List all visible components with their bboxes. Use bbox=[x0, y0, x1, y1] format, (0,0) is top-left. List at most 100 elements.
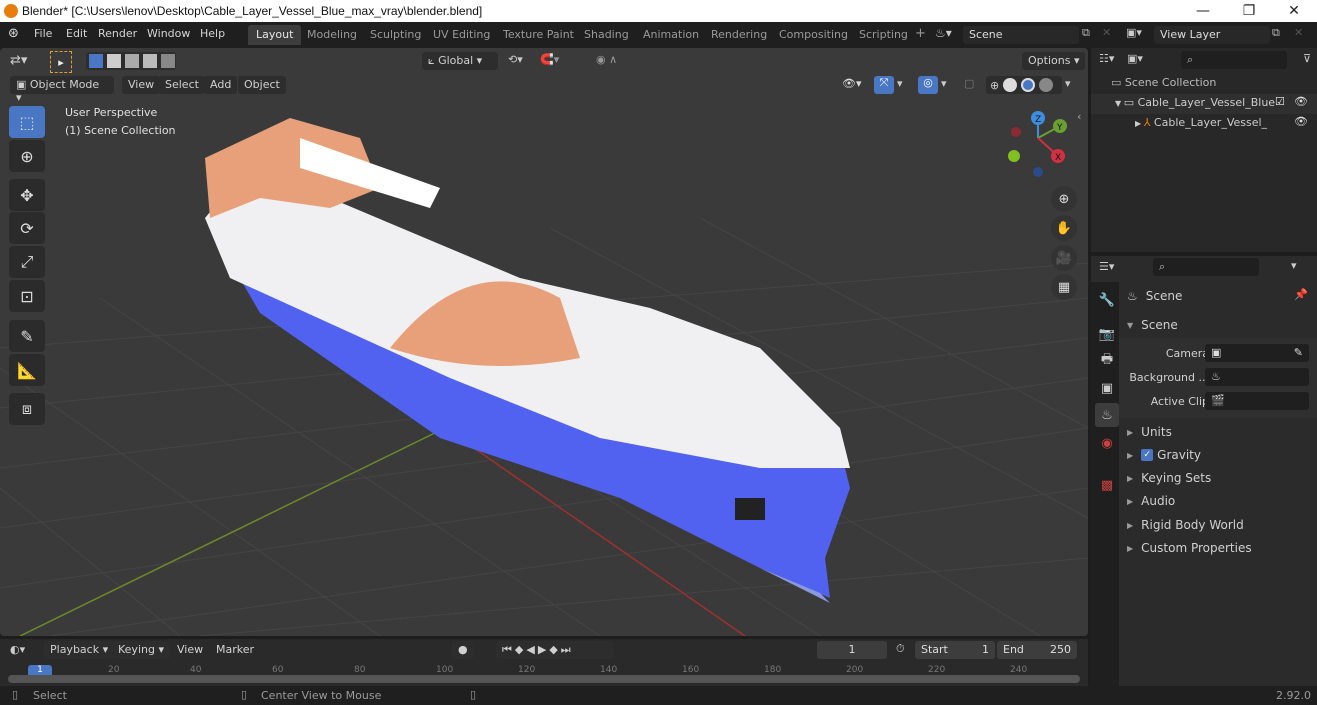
current-frame-field[interactable]: 1 bbox=[817, 641, 887, 659]
tab-view-layer-icon[interactable]: ▣ bbox=[1095, 376, 1119, 400]
next-keyframe-icon[interactable]: ◆ bbox=[549, 643, 560, 656]
tool-select-box[interactable]: ⬚ bbox=[9, 106, 45, 138]
background-field[interactable]: ♨ bbox=[1205, 368, 1309, 386]
expand-icon[interactable]: ▼ bbox=[1115, 99, 1124, 108]
active-clip-field[interactable]: 🎬 bbox=[1205, 392, 1309, 410]
outliner-editor-type-icon[interactable]: ☷▾ bbox=[1099, 52, 1114, 65]
tool-annotate[interactable]: ✎ bbox=[9, 320, 45, 352]
tab-modeling[interactable]: Modeling bbox=[299, 25, 365, 45]
select-new-icon[interactable] bbox=[89, 54, 103, 68]
scene-panel-header[interactable]: ▼ Scene bbox=[1127, 314, 1178, 336]
menu-window[interactable]: Window bbox=[147, 27, 190, 40]
tab-render-icon[interactable]: 📷 bbox=[1095, 322, 1119, 346]
tab-layout[interactable]: Layout bbox=[248, 25, 302, 45]
visibility-eye-icon[interactable]: 👁 bbox=[1294, 115, 1308, 128]
view-layer-icon[interactable]: ▣▾ bbox=[1126, 26, 1142, 39]
outliner-item-collection[interactable]: ▼ ▭ Cable_Layer_Vessel_Blue bbox=[1115, 96, 1275, 109]
overlay-dropdown-icon[interactable]: ▾ bbox=[941, 77, 947, 90]
properties-editor-type-icon[interactable]: ☰▾ bbox=[1099, 260, 1114, 273]
tool-measure[interactable]: 📐 bbox=[9, 354, 45, 386]
menu-file[interactable]: File bbox=[34, 27, 52, 40]
expand-icon[interactable]: ▶ bbox=[1135, 119, 1144, 128]
tab-world-icon[interactable]: ◉ bbox=[1095, 431, 1119, 455]
tab-shading[interactable]: Shading bbox=[576, 25, 637, 45]
tool-move[interactable]: ✥ bbox=[9, 179, 45, 211]
section-audio[interactable]: ▶ Audio bbox=[1127, 490, 1317, 512]
view-menu[interactable]: View bbox=[122, 76, 161, 94]
record-button[interactable]: ● bbox=[452, 641, 474, 659]
navigation-gizmo[interactable]: Z Y X bbox=[1000, 106, 1080, 186]
filter-icon[interactable]: ⊽ bbox=[1303, 52, 1311, 65]
outliner-item-object[interactable]: ▶ ⅄ Cable_Layer_Vessel_ bbox=[1135, 116, 1267, 129]
pan-view-icon[interactable]: ✋ bbox=[1051, 215, 1077, 241]
gravity-checkbox[interactable]: ✓ bbox=[1141, 449, 1154, 461]
scene-icon[interactable]: ♨▾ bbox=[935, 26, 952, 40]
tab-tool-icon[interactable]: 🔧 bbox=[1095, 288, 1119, 312]
end-frame-field[interactable]: End 250 bbox=[997, 641, 1077, 659]
zoom-view-icon[interactable]: ⊕ bbox=[1051, 186, 1077, 212]
xray-icon[interactable]: ▢ bbox=[964, 77, 974, 90]
close-button[interactable]: ✕ bbox=[1271, 0, 1317, 22]
visibility-eye-icon[interactable]: 👁 bbox=[1294, 95, 1308, 108]
new-scene-icon[interactable]: ⧉ bbox=[1082, 26, 1090, 40]
ortho-toggle-icon[interactable]: ▦ bbox=[1051, 274, 1077, 300]
options-dropdown[interactable]: Options ▾ bbox=[1022, 52, 1086, 70]
editor-type-icon[interactable]: ⇄▾ bbox=[10, 53, 27, 68]
jump-start-icon[interactable]: ⏮ bbox=[502, 643, 515, 656]
minimize-button[interactable]: — bbox=[1180, 0, 1226, 22]
jump-end-icon[interactable]: ⏭ bbox=[561, 643, 574, 656]
select-invert-icon[interactable] bbox=[143, 54, 157, 68]
section-custom-properties[interactable]: ▶ Custom Properties bbox=[1127, 537, 1317, 559]
section-rigid-body-world[interactable]: ▶ Rigid Body World bbox=[1127, 514, 1317, 536]
tab-rendering[interactable]: Rendering bbox=[703, 25, 775, 45]
tab-compositing[interactable]: Compositing bbox=[771, 25, 856, 45]
visibility-icon[interactable]: 👁▾ bbox=[842, 77, 862, 90]
tab-scene-icon[interactable]: ♨ bbox=[1095, 403, 1119, 427]
object-mode-dropdown[interactable]: ▣ Object Mode ▾ bbox=[10, 76, 114, 104]
playback-menu[interactable]: Playback ▾ bbox=[44, 641, 115, 659]
collection-checkbox[interactable]: ☑ bbox=[1275, 95, 1285, 108]
outliner-root[interactable]: ▭ Scene Collection bbox=[1111, 76, 1216, 89]
section-keying-sets[interactable]: ▶ Keying Sets bbox=[1127, 467, 1317, 489]
tool-cursor[interactable]: ⊕ bbox=[9, 140, 45, 172]
add-workspace-button[interactable]: + bbox=[915, 26, 926, 41]
tab-texture-icon[interactable]: ▩ bbox=[1095, 473, 1119, 497]
play-icon[interactable]: ▶ bbox=[538, 643, 549, 656]
tool-add-cube[interactable]: ⧈ bbox=[9, 393, 45, 425]
camera-field[interactable]: ▣ ✎ bbox=[1205, 344, 1309, 362]
eyedropper-icon[interactable]: ✎ bbox=[1294, 346, 1303, 359]
menu-edit[interactable]: Edit bbox=[66, 27, 87, 40]
tab-uv-editing[interactable]: UV Editing bbox=[425, 25, 498, 45]
timeline-editor-type-icon[interactable]: ◐▾ bbox=[10, 643, 25, 656]
maximize-button[interactable]: ❐ bbox=[1226, 0, 1272, 22]
wireframe-shading-icon[interactable]: ⊕ bbox=[990, 79, 999, 92]
properties-search-input[interactable]: ⌕ bbox=[1153, 258, 1259, 276]
tab-scripting[interactable]: Scripting bbox=[851, 25, 916, 45]
select-box-tool-icon[interactable]: ▸ bbox=[50, 51, 72, 73]
pivot-point-icon[interactable]: ⟲▾ bbox=[508, 53, 523, 66]
outliner-search-input[interactable]: ⌕ bbox=[1181, 51, 1287, 69]
marker-menu[interactable]: Marker bbox=[216, 643, 254, 656]
shading-dropdown-icon[interactable]: ▾ bbox=[1065, 77, 1071, 90]
section-units[interactable]: ▶ Units bbox=[1127, 421, 1317, 443]
select-menu[interactable]: Select bbox=[159, 76, 205, 94]
menu-help[interactable]: Help bbox=[200, 27, 225, 40]
rendered-shading-icon[interactable] bbox=[1039, 78, 1054, 92]
start-frame-field[interactable]: Start 1 bbox=[915, 641, 995, 659]
sidebar-toggle-icon[interactable]: ‹ bbox=[1077, 110, 1081, 123]
timeline-scrollbar[interactable] bbox=[8, 675, 1080, 683]
delete-scene-icon[interactable]: ✕ bbox=[1102, 26, 1111, 39]
gizmo-toggle-icon[interactable]: ⤧ bbox=[874, 76, 894, 94]
transform-orientation-dropdown[interactable]: ⟀ Global ▾ bbox=[422, 52, 498, 70]
display-mode-icon[interactable]: ▣▾ bbox=[1127, 52, 1143, 65]
add-menu[interactable]: Add bbox=[204, 76, 238, 94]
tab-output-icon[interactable]: 🖶 bbox=[1095, 349, 1119, 373]
overlay-toggle-icon[interactable]: ◎ bbox=[918, 76, 938, 94]
camera-view-icon[interactable]: 🎥 bbox=[1051, 245, 1077, 271]
tool-rotate[interactable]: ⟳ bbox=[9, 212, 45, 244]
tool-scale[interactable]: ⤢ bbox=[9, 246, 45, 278]
pin-icon[interactable]: 📌 bbox=[1294, 288, 1308, 301]
snap-icon[interactable]: 🧲▾ bbox=[540, 53, 559, 66]
view-layer-field[interactable]: View Layer bbox=[1154, 26, 1270, 44]
properties-options-icon[interactable]: ▾ bbox=[1291, 259, 1297, 272]
